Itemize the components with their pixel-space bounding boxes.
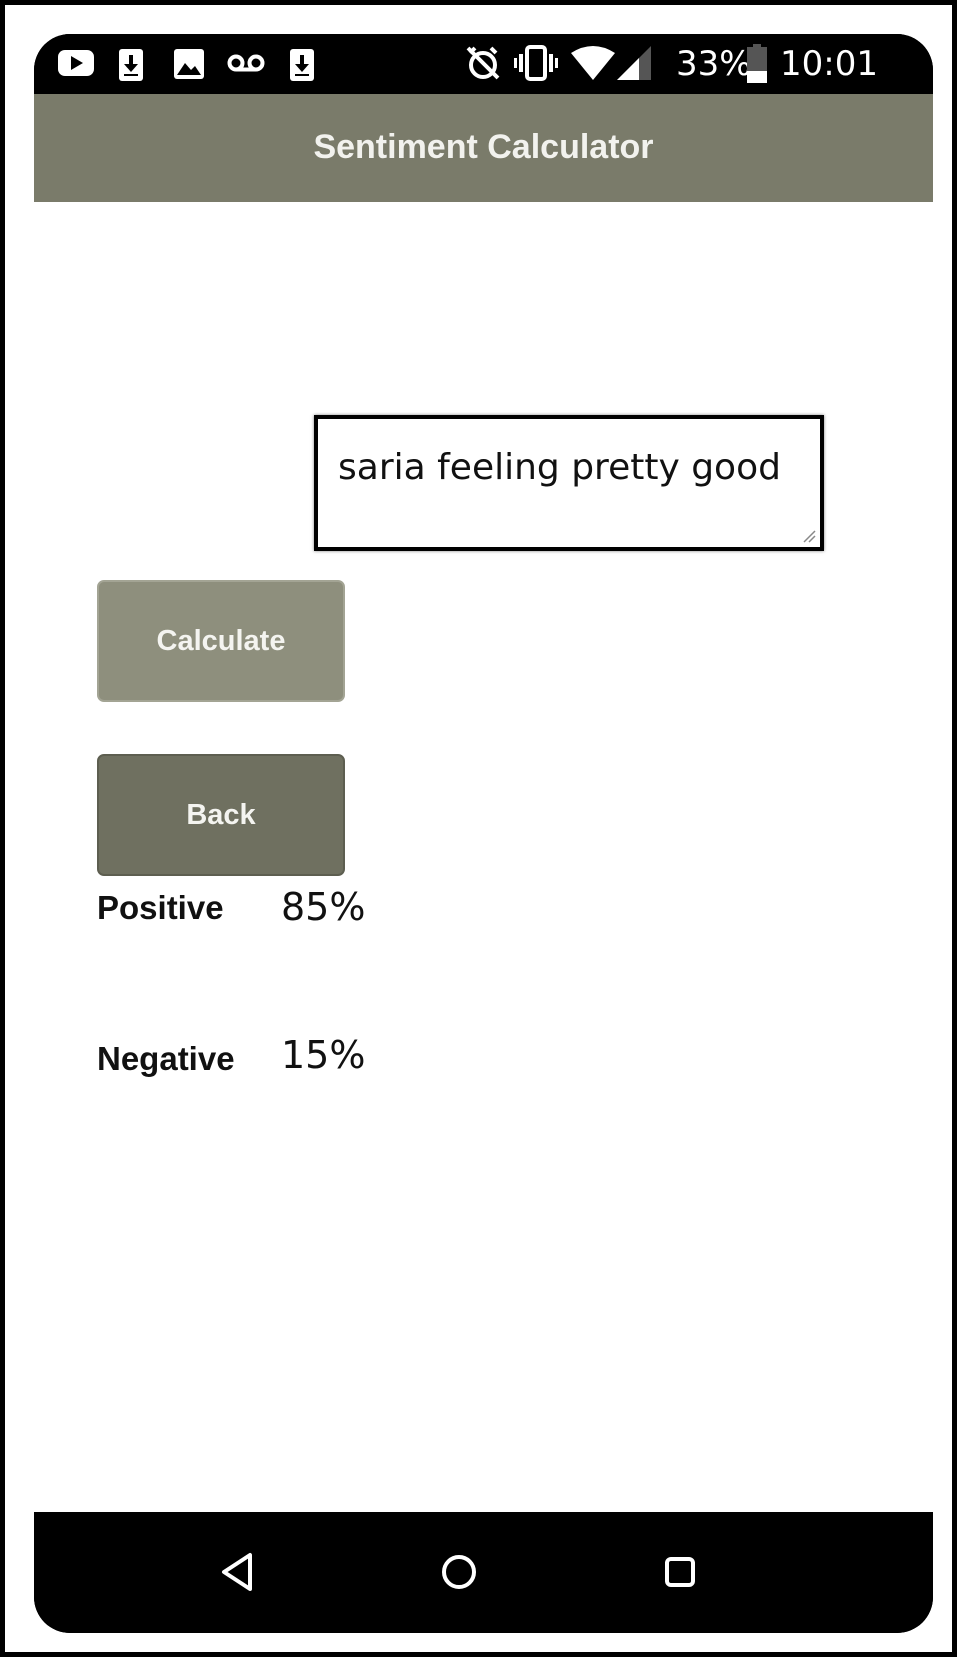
phone-screen: 33% 10:01 Sentiment Calculator saria fee… (34, 34, 933, 1633)
positive-label: Positive (97, 889, 224, 926)
calculate-button-label: Calculate (156, 624, 286, 657)
signal-icon (617, 46, 651, 80)
battery-percentage: 33% (676, 44, 752, 84)
voicemail-icon (227, 54, 265, 72)
download-icon (290, 49, 314, 81)
calculate-button[interactable]: Calculate (97, 580, 345, 702)
negative-value: 15% (281, 1033, 366, 1077)
battery-icon (747, 44, 767, 83)
recents-icon[interactable] (660, 1550, 700, 1594)
vibrate-icon (514, 45, 558, 81)
image-icon (174, 49, 204, 79)
back-button[interactable]: Back (97, 754, 345, 876)
back-icon[interactable] (218, 1550, 258, 1594)
status-bar: 33% 10:01 (34, 34, 933, 94)
positive-value: 85% (281, 885, 366, 929)
navigation-bar (34, 1512, 933, 1633)
clock: 10:01 (780, 44, 878, 84)
home-icon[interactable] (437, 1550, 481, 1594)
resize-grip-icon[interactable] (802, 529, 816, 543)
alarm-off-icon (466, 46, 500, 80)
app-bar: Sentiment Calculator (34, 94, 933, 202)
download-icon (119, 49, 143, 81)
sentiment-text-value: saria feeling pretty good (338, 447, 781, 488)
negative-label: Negative (97, 1040, 235, 1077)
sentiment-text-input[interactable]: saria feeling pretty good (314, 415, 824, 551)
app-title: Sentiment Calculator (313, 128, 654, 166)
wifi-icon (571, 46, 615, 80)
youtube-icon (58, 50, 94, 76)
screenshot-frame: 33% 10:01 Sentiment Calculator saria fee… (0, 0, 957, 1657)
back-button-label: Back (186, 798, 256, 831)
main-content: saria feeling pretty good Calculate Back… (34, 202, 933, 1512)
